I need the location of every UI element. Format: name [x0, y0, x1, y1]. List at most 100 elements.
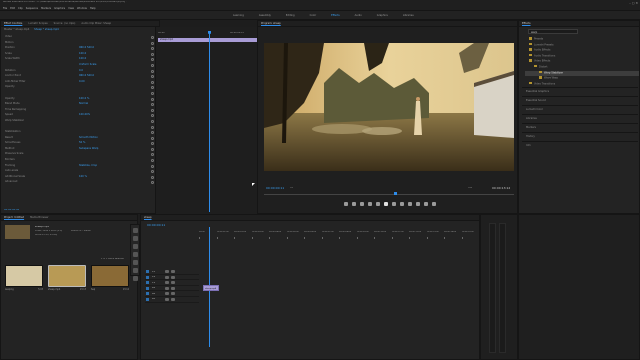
stopwatch-icon[interactable]	[151, 91, 154, 95]
ripple-edit-tool-icon[interactable]	[132, 244, 138, 249]
lock-icon[interactable]	[165, 281, 169, 285]
project-item-thumbnail[interactable]	[91, 265, 129, 287]
track-source-patch[interactable]	[146, 297, 149, 301]
stopwatch-icon[interactable]	[151, 153, 154, 157]
program-monitor-tab[interactable]: Program: sheep	[258, 21, 284, 27]
program-playhead[interactable]	[394, 192, 397, 195]
menu-window[interactable]: Window	[77, 7, 87, 10]
ec-row-value[interactable]: 100.0	[79, 57, 86, 60]
panel-section-2[interactable]: Lumetri Color	[522, 105, 638, 114]
program-quality-select[interactable]: Full	[468, 187, 472, 190]
ec-playhead[interactable]	[209, 32, 210, 212]
menu-edit[interactable]: Edit	[10, 7, 15, 10]
ec-row-value[interactable]: 100.0	[79, 52, 86, 55]
ec-row-value[interactable]: Uniform Scale	[79, 63, 96, 66]
stopwatch-icon[interactable]	[151, 69, 154, 73]
stopwatch-icon[interactable]	[151, 36, 154, 39]
timeline-timecode[interactable]: 00:00:00:11	[147, 224, 165, 227]
export-frame-icon[interactable]	[424, 202, 428, 206]
eye-icon[interactable]	[171, 275, 175, 279]
stopwatch-icon[interactable]	[151, 52, 154, 56]
project-tab-1[interactable]: Media Browser	[27, 215, 51, 221]
stopwatch-icon[interactable]	[151, 131, 154, 135]
eye-icon[interactable]	[171, 270, 175, 273]
track-source-patch[interactable]	[146, 286, 149, 290]
effects-search-input[interactable]: warp	[528, 29, 578, 34]
menu-markers[interactable]: Markers	[41, 7, 51, 10]
workspace-assembly[interactable]: Assembly	[259, 14, 271, 17]
step-forward-icon[interactable]	[392, 202, 396, 206]
stopwatch-icon[interactable]	[151, 170, 154, 174]
comparison-view-icon[interactable]	[432, 202, 436, 206]
lock-icon[interactable]	[165, 297, 169, 301]
ec-row-value[interactable]: 100.00%	[79, 113, 90, 116]
eye-icon[interactable]	[171, 297, 175, 301]
eye-icon[interactable]	[171, 286, 175, 290]
stopwatch-icon[interactable]	[151, 41, 154, 45]
project-item[interactable]: Seq 13:12	[91, 265, 129, 291]
program-current-timecode[interactable]: 00:00:00:11	[266, 187, 284, 190]
go-to-out-icon[interactable]	[400, 202, 404, 206]
lock-icon[interactable]	[165, 270, 169, 273]
track-header[interactable]: A3	[145, 297, 199, 303]
slip-tool-icon[interactable]	[132, 260, 138, 265]
ec-clip-bar[interactable]: sheep.mp4	[158, 38, 257, 42]
stopwatch-icon[interactable]	[151, 159, 154, 163]
stopwatch-icon[interactable]	[151, 47, 154, 51]
stopwatch-icon[interactable]	[151, 86, 154, 90]
program-scrub-bar[interactable]	[264, 194, 514, 195]
menu-help[interactable]: Help	[90, 7, 96, 10]
extract-icon[interactable]	[416, 202, 420, 206]
timeline-video-clip[interactable]: sheep.mp4	[203, 285, 219, 291]
effects-tab[interactable]: Effects	[519, 21, 534, 27]
ec-row-value[interactable]: 100.0 %	[79, 97, 89, 100]
mark-in-icon[interactable]	[352, 202, 356, 206]
menu-view[interactable]: View	[68, 7, 74, 10]
workspace-effects[interactable]: Effects	[331, 14, 340, 17]
workspace-color[interactable]: Color	[310, 14, 317, 17]
track-source-patch[interactable]	[146, 281, 149, 285]
go-to-in-icon[interactable]	[368, 202, 372, 206]
project-item-thumbnail[interactable]	[5, 265, 43, 287]
panel-section-3[interactable]: Libraries	[522, 114, 638, 123]
razor-tool-icon[interactable]	[132, 252, 138, 257]
stopwatch-icon[interactable]	[151, 103, 154, 107]
lock-icon[interactable]	[165, 292, 169, 296]
project-tab-0[interactable]: Project: Untitled	[1, 215, 27, 221]
workspace-libraries[interactable]: Libraries	[403, 14, 414, 17]
timeline-ruler[interactable]: 00:00 00:00:01:00 00:00:02:00 00:00:03:00 00…	[199, 229, 479, 239]
play-icon[interactable]	[384, 202, 388, 206]
ec-row-value[interactable]: 960.0 540.0	[79, 46, 94, 49]
stopwatch-icon[interactable]	[151, 181, 154, 185]
stopwatch-icon[interactable]	[151, 97, 154, 101]
project-item[interactable]: Leaping 5:03	[5, 265, 43, 291]
timeline-tab[interactable]: sheep	[141, 215, 155, 221]
panel-section-5[interactable]: History	[522, 132, 638, 141]
lift-icon[interactable]	[408, 202, 412, 206]
stopwatch-icon[interactable]	[151, 58, 154, 62]
stopwatch-icon[interactable]	[151, 125, 154, 129]
mark-out-icon[interactable]	[360, 202, 364, 206]
stopwatch-icon[interactable]	[151, 164, 154, 168]
clip-label[interactable]: Sheep * sheep.mp4	[34, 28, 59, 31]
panel-section-1[interactable]: Essential Sound	[522, 96, 638, 105]
track-source-patch[interactable]	[146, 270, 149, 273]
track-source-patch[interactable]	[146, 292, 149, 296]
project-item[interactable]: sheep.mp4 13:13	[48, 265, 86, 291]
project-item-thumbnail[interactable]	[48, 265, 86, 287]
ec-row-value[interactable]: 0.00	[79, 80, 85, 83]
track-select-tool-icon[interactable]	[132, 236, 138, 241]
panel-section-0[interactable]: Essential Graphics	[522, 87, 638, 96]
lock-icon[interactable]	[165, 275, 169, 279]
ec-row-value[interactable]: Normal	[79, 102, 88, 105]
ec-row-value[interactable]: 960.0 540.0	[79, 74, 94, 77]
menu-graphics[interactable]: Graphics	[54, 7, 65, 10]
ec-playhead-handle[interactable]	[208, 31, 211, 34]
stopwatch-icon[interactable]	[151, 147, 154, 151]
stopwatch-icon[interactable]	[151, 119, 154, 123]
stopwatch-icon[interactable]	[151, 63, 154, 67]
pen-tool-icon[interactable]	[132, 268, 138, 273]
ec-row-value[interactable]: Smooth Motion	[79, 136, 98, 139]
ec-row-value[interactable]: 0.0	[79, 69, 83, 72]
menu-clip[interactable]: Clip	[18, 7, 23, 10]
